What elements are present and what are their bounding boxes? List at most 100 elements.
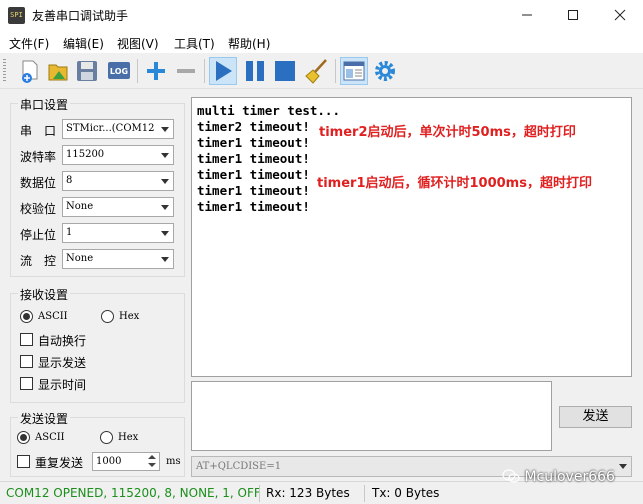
new-button[interactable] — [16, 57, 44, 85]
minimize-icon — [522, 14, 532, 16]
open-button[interactable] — [44, 57, 72, 85]
databits-value: 8 — [66, 175, 73, 186]
rx-line: multi timer test... — [197, 103, 340, 118]
status-separator — [364, 485, 365, 502]
serial-settings-label: 串口设置 — [18, 96, 71, 113]
log-button[interactable]: LOG — [105, 57, 133, 85]
toolbar: LOG — [0, 53, 643, 89]
receive-hex-label: Hex — [119, 311, 140, 322]
window-icon — [343, 61, 365, 81]
port-select[interactable]: STMicr...(COM12 — [62, 119, 174, 139]
window-button[interactable] — [340, 57, 368, 85]
stepper-up-icon[interactable] — [146, 453, 158, 461]
receive-textarea[interactable]: multi timer test... timer2 timeout! time… — [191, 97, 632, 377]
stepper-down-icon[interactable] — [146, 461, 158, 469]
menu-tools[interactable]: 工具(T) — [174, 35, 215, 52]
stop-button[interactable] — [271, 57, 299, 85]
parity-label: 校验位 — [20, 202, 57, 216]
chevron-down-icon — [161, 179, 169, 184]
show-send-checkbox[interactable] — [20, 355, 33, 368]
play-icon — [216, 61, 232, 81]
app-window: SPI 友善串口调试助手 文件(F) 编辑(E) 视图(V) 工具(T) 帮助(… — [0, 0, 643, 504]
show-time-checkbox[interactable] — [20, 377, 33, 390]
settings-button[interactable] — [371, 57, 399, 85]
baud-select[interactable]: 115200 — [62, 145, 174, 165]
annotation-timer1: timer1启动后，循环计时1000ms，超时打印 — [317, 176, 592, 191]
minus-icon — [177, 69, 195, 73]
databits-label: 数据位 — [20, 176, 57, 190]
clear-button[interactable] — [303, 57, 331, 85]
remove-button[interactable] — [172, 57, 200, 85]
window-title: 友善串口调试助手 — [32, 9, 129, 23]
repeat-send-checkbox[interactable] — [17, 455, 30, 468]
receive-ascii-radio[interactable] — [20, 310, 33, 323]
wechat-icon — [502, 469, 520, 483]
chevron-down-icon — [619, 464, 627, 469]
interval-stepper[interactable]: 1000 — [92, 452, 160, 471]
status-separator — [259, 485, 260, 502]
databits-select[interactable]: 8 — [62, 171, 174, 191]
title-bar[interactable]: SPI 友善串口调试助手 — [0, 0, 643, 31]
open-icon — [48, 64, 68, 81]
send-input[interactable] — [191, 381, 552, 451]
receive-hex-radio[interactable] — [101, 310, 114, 323]
receive-settings-group — [10, 293, 185, 403]
rx-line: timer1 timeout! — [197, 183, 310, 198]
rx-line: timer1 timeout! — [197, 199, 310, 214]
send-hex-label: Hex — [118, 432, 139, 443]
interval-unit: ms — [166, 456, 181, 467]
app-icon: SPI — [8, 7, 25, 24]
repeat-send-label: 重复发送 — [35, 456, 84, 470]
stopbits-label: 停止位 — [20, 228, 57, 242]
send-button[interactable]: 发送 — [559, 406, 632, 428]
rx-line: timer1 timeout! — [197, 167, 310, 182]
toolbar-separator — [204, 59, 205, 83]
pause-button[interactable] — [241, 57, 269, 85]
flowcontrol-label: 流 控 — [20, 254, 57, 268]
settings-gear-icon — [375, 61, 395, 81]
pause-icon — [246, 61, 264, 81]
baud-label: 波特率 — [20, 150, 57, 164]
watermark-text: Mculover666 — [524, 469, 615, 485]
interval-value: 1000 — [96, 456, 122, 467]
menu-view[interactable]: 视图(V) — [117, 35, 159, 52]
toolbar-grip[interactable] — [3, 59, 6, 83]
parity-select[interactable]: None — [62, 197, 174, 217]
flowcontrol-select[interactable]: None — [62, 249, 174, 269]
show-send-label: 显示发送 — [38, 356, 87, 370]
save-button[interactable] — [73, 57, 101, 85]
menu-file[interactable]: 文件(F) — [9, 35, 49, 52]
rx-line: timer1 timeout! — [197, 151, 310, 166]
new-icon — [22, 60, 38, 83]
chevron-down-icon — [161, 231, 169, 236]
stopbits-value: 1 — [66, 227, 73, 238]
send-ascii-radio[interactable] — [17, 431, 30, 444]
receive-ascii-label: ASCII — [38, 311, 68, 322]
close-icon — [614, 9, 626, 21]
send-ascii-label: ASCII — [35, 432, 65, 443]
clear-broom-icon — [305, 59, 327, 84]
toolbar-separator — [137, 59, 138, 83]
menu-edit[interactable]: 编辑(E) — [63, 35, 104, 52]
send-settings-label: 发送设置 — [18, 410, 71, 427]
watermark: Mculover666 — [502, 469, 615, 485]
maximize-button[interactable] — [550, 0, 596, 31]
show-time-label: 显示时间 — [38, 378, 87, 392]
send-hex-radio[interactable] — [100, 431, 113, 444]
rx-line: timer2 timeout! — [197, 119, 310, 134]
chevron-down-icon — [161, 257, 169, 262]
receive-settings-label: 接收设置 — [18, 286, 71, 303]
minimize-button[interactable] — [504, 0, 550, 31]
autowrap-checkbox[interactable] — [20, 333, 33, 346]
start-button[interactable] — [209, 57, 237, 85]
plus-icon — [147, 62, 165, 80]
port-value: STMicr...(COM12 — [66, 123, 155, 134]
menu-help[interactable]: 帮助(H) — [228, 35, 270, 52]
add-button[interactable] — [142, 57, 170, 85]
stopbits-select[interactable]: 1 — [62, 223, 174, 243]
stop-icon — [275, 61, 295, 81]
close-button[interactable] — [597, 0, 643, 31]
chevron-down-icon — [161, 127, 169, 132]
autowrap-label: 自动换行 — [38, 334, 87, 348]
parity-value: None — [66, 201, 94, 212]
